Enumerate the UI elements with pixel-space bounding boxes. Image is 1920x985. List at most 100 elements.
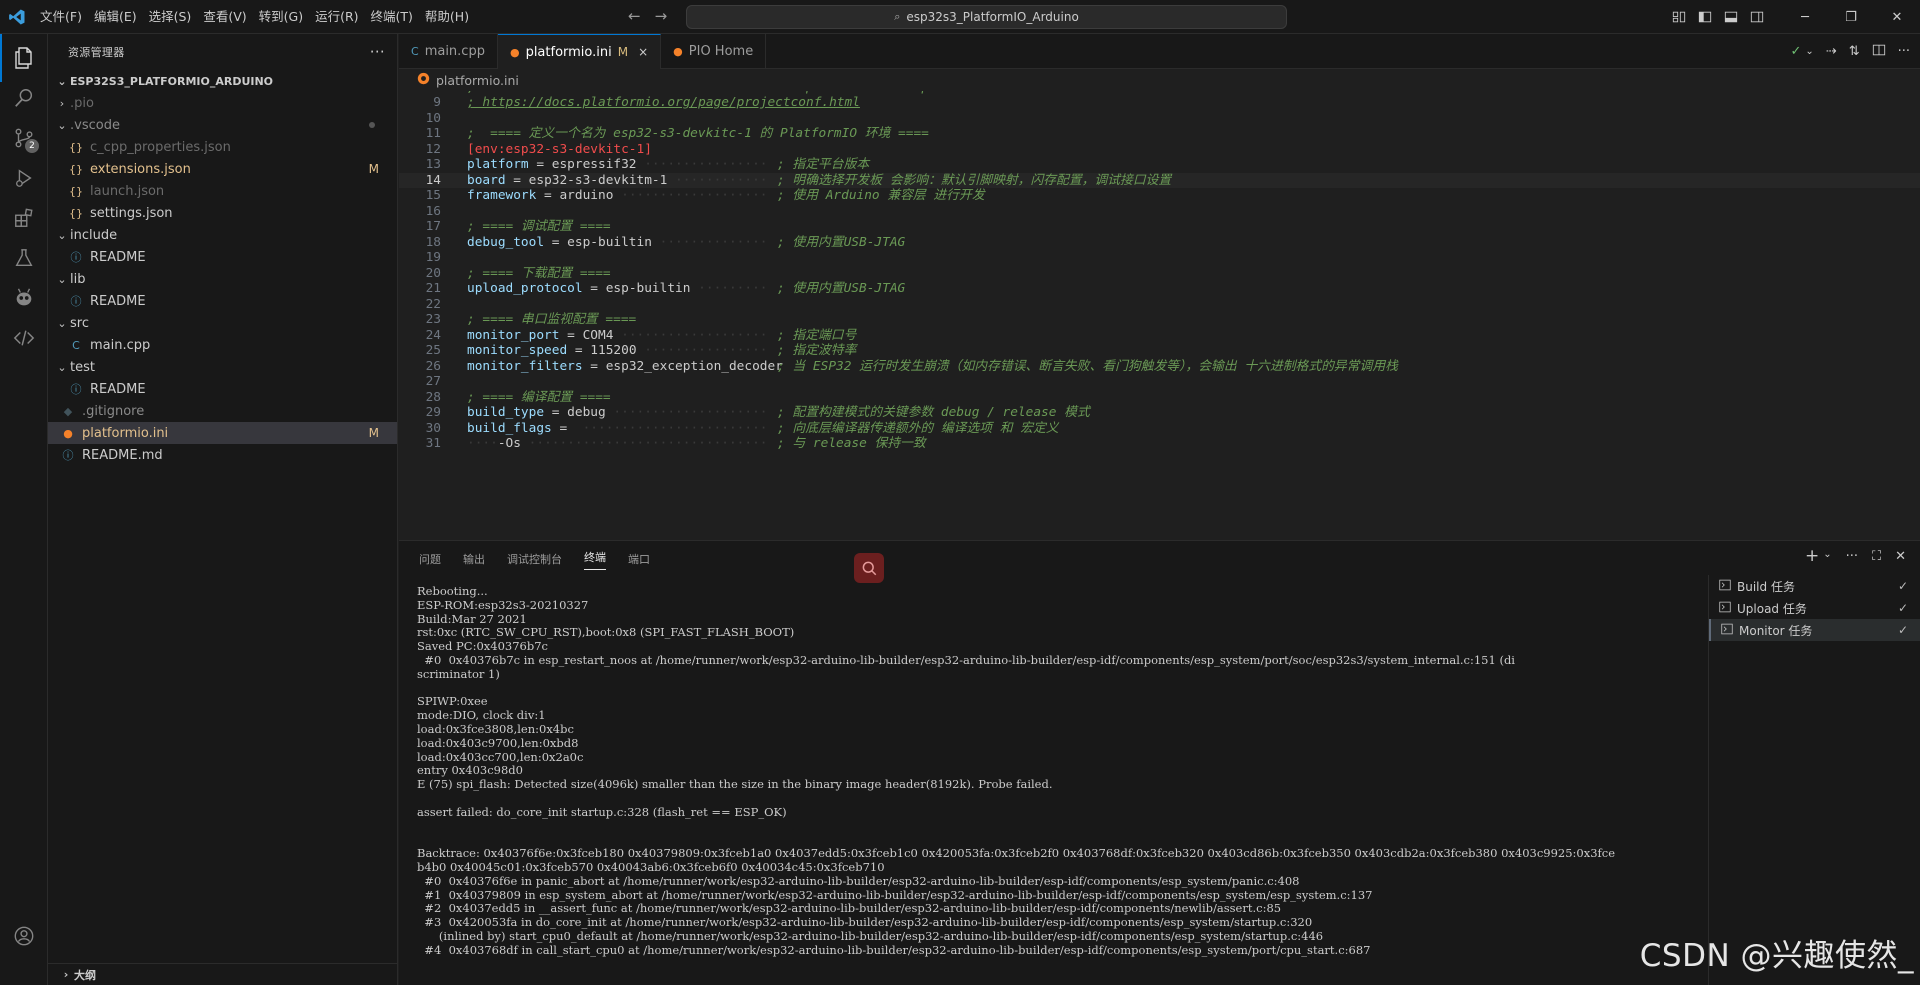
tree-folder[interactable]: ⌄ .vscode xyxy=(48,114,397,136)
checkmark-icon: ✓ xyxy=(1897,579,1908,593)
back-arrow-icon[interactable]: ← xyxy=(628,7,641,25)
tree-item-label: test xyxy=(70,359,95,375)
menu-item[interactable]: 运行(R) xyxy=(309,0,364,34)
pio-upload-icon[interactable]: ⇢ xyxy=(1826,44,1837,59)
floating-search-icon[interactable] xyxy=(854,553,884,583)
account-icon[interactable] xyxy=(0,912,48,960)
forward-arrow-icon[interactable]: → xyxy=(655,7,668,25)
tree-item-label: .pio xyxy=(70,95,94,111)
close-panel-icon[interactable]: ✕ xyxy=(1895,549,1906,564)
outline-section[interactable]: › 大纲 xyxy=(48,963,397,985)
code-line: 18 debug_tool = esp-builtin ·············… xyxy=(399,235,1920,251)
code-line: 30 build_flags = ························… xyxy=(399,421,1920,437)
terminal-task[interactable]: Upload 任务 ✓ xyxy=(1709,597,1920,619)
toggle-sidebar-icon[interactable] xyxy=(1692,0,1718,34)
toggle-secondary-sidebar-icon[interactable] xyxy=(1744,0,1770,34)
tree-file[interactable]: {} extensions.json M xyxy=(48,158,397,180)
split-editor-icon[interactable] xyxy=(1872,43,1886,61)
breadcrumb-file[interactable]: platformio.ini xyxy=(436,73,519,88)
minimize-icon[interactable]: ─ xyxy=(1782,0,1828,34)
compare-icon[interactable]: ⇅ xyxy=(1849,44,1860,59)
inline-comment: ; 明确选择开发板 会影响：默认引脚映射，闪存配置，调试接口设置 xyxy=(777,172,1172,188)
menu-item[interactable]: 文件(F) xyxy=(34,0,88,34)
maximize-panel-icon[interactable]: ⛶ xyxy=(1872,549,1881,564)
editor-tab[interactable]: ● platformio.ini M × xyxy=(497,34,662,69)
checkmark-icon: ✓ xyxy=(1897,601,1908,615)
command-center-search[interactable]: ⌕ esp32s3_PlatformIO_Arduino xyxy=(686,5,1287,29)
more-panel-actions-icon[interactable]: ··· xyxy=(1846,549,1858,564)
restore-icon[interactable]: ❐ xyxy=(1828,0,1874,34)
panel-tab[interactable]: 问题 xyxy=(419,551,441,567)
equals-sign: = xyxy=(582,358,606,374)
editor-tab[interactable]: Cmain.cpp xyxy=(399,34,498,69)
info-file-icon: ⓘ xyxy=(70,295,82,308)
chevron-down-icon: ⌄ xyxy=(57,316,67,330)
editor-tab[interactable]: ● PIO Home xyxy=(661,34,767,69)
line-number: 27 xyxy=(425,374,441,389)
tree-file[interactable]: {} c_cpp_properties.json xyxy=(48,136,397,158)
tree-folder[interactable]: ⌄ src xyxy=(48,312,397,334)
terminal-output[interactable]: Rebooting... ESP-ROM:esp32s3-20210327 Buil… xyxy=(417,585,1920,958)
code-tags-icon[interactable] xyxy=(0,314,48,362)
toggle-panel-icon[interactable] xyxy=(1718,0,1744,34)
tree-file[interactable]: {} launch.json xyxy=(48,180,397,202)
config-key: framework xyxy=(467,188,537,203)
terminal-task[interactable]: Monitor 任务 ✓ xyxy=(1709,619,1920,641)
menu-item[interactable]: 编辑(E) xyxy=(88,0,143,34)
code-text: board = esp32-s3-devkitm-1 ············ xyxy=(467,173,768,189)
project-folder-header[interactable]: ⌄ ESP32S3_PLATFORMIO_ARDUINO xyxy=(48,70,397,92)
tree-folder[interactable]: ⌄ lib xyxy=(48,268,397,290)
tree-folder[interactable]: ⌄ include xyxy=(48,224,397,246)
menu-item[interactable]: 查看(V) xyxy=(197,0,252,34)
panel-tab[interactable]: 调试控制台 xyxy=(507,551,562,567)
tree-file[interactable]: ⓘ README xyxy=(48,378,397,400)
new-terminal-icon[interactable]: + xyxy=(1805,548,1819,565)
code-editor[interactable]: ; Please visit documentation for the oth… xyxy=(399,91,1920,540)
code-line: 29 build_type = debug ···················… xyxy=(399,405,1920,421)
tree-file[interactable]: ⓘ README xyxy=(48,290,397,312)
chevron-down-icon[interactable]: ⌄ xyxy=(1805,46,1813,57)
menu-item[interactable]: 转到(G) xyxy=(253,0,309,34)
equals-sign: = xyxy=(505,172,529,188)
tree-file[interactable]: ◆ .gitignore xyxy=(48,400,397,422)
inline-comment: ; 配置构建模式的关键参数 debug / release 模式 xyxy=(777,405,1090,420)
code-line: 26 monitor_filters = esp32_exception_deco… xyxy=(399,359,1920,375)
info-file-icon: ⓘ xyxy=(62,449,74,462)
tab-close-icon[interactable]: × xyxy=(638,45,648,59)
bottom-panel: 问题 输出 调试控制台 终端 端口 + ⌄ ··· ⛶ ✕ Rebooting... ES… xyxy=(399,540,1920,985)
terminal-task[interactable]: Build 任务 ✓ xyxy=(1709,575,1920,597)
panel-tab[interactable]: 端口 xyxy=(628,551,650,567)
chevron-down-icon[interactable]: ⌄ xyxy=(1823,549,1831,564)
project-name: ESP32S3_PLATFORMIO_ARDUINO xyxy=(70,74,274,88)
menu-item[interactable]: 终端(T) xyxy=(365,0,419,34)
code-line: 25 monitor_speed = 115200 ···············… xyxy=(399,343,1920,359)
tree-folder[interactable]: ⌄ test xyxy=(48,356,397,378)
tree-file[interactable]: ⓘ README.md xyxy=(48,444,397,466)
comment-text[interactable]: ; https://docs.platformio.org/page/proje… xyxy=(467,95,860,110)
panel-tab[interactable]: 输出 xyxy=(463,551,485,567)
config-value: espressif32 xyxy=(551,157,637,172)
menu-item[interactable]: 帮助(H) xyxy=(419,0,475,34)
json-file-icon: {} xyxy=(69,206,83,220)
chevron-down-icon: ⌄ xyxy=(57,272,67,286)
info-file-icon: ⓘ xyxy=(70,251,82,264)
whitespace-dots: ··················· xyxy=(613,188,768,203)
tree-item-label: lib xyxy=(70,271,86,287)
panel-tab[interactable]: 终端 xyxy=(584,549,606,570)
tree-file[interactable]: ● platformio.ini M xyxy=(48,422,397,444)
tree-file[interactable]: {} settings.json xyxy=(48,202,397,224)
source-control-badge: 2 xyxy=(25,139,39,153)
csdn-watermark: CSDN @兴趣使然_ xyxy=(1639,938,1914,974)
more-editor-actions-icon[interactable]: ··· xyxy=(1898,44,1910,59)
tree-file[interactable]: ⓘ README xyxy=(48,246,397,268)
line-number: 16 xyxy=(425,203,441,219)
more-actions-icon[interactable]: ··· xyxy=(370,43,385,61)
tree-folder[interactable]: › .pio xyxy=(48,92,397,114)
close-window-icon[interactable]: ✕ xyxy=(1874,0,1920,34)
tree-file[interactable]: Cmain.cpp xyxy=(48,334,397,356)
line-number: 13 xyxy=(425,157,441,172)
chevron-right-icon: › xyxy=(59,96,65,110)
customize-layout-icon[interactable] xyxy=(1666,0,1692,34)
menu-item[interactable]: 选择(S) xyxy=(143,0,198,34)
checkmark-icon[interactable]: ✓ xyxy=(1790,44,1801,59)
